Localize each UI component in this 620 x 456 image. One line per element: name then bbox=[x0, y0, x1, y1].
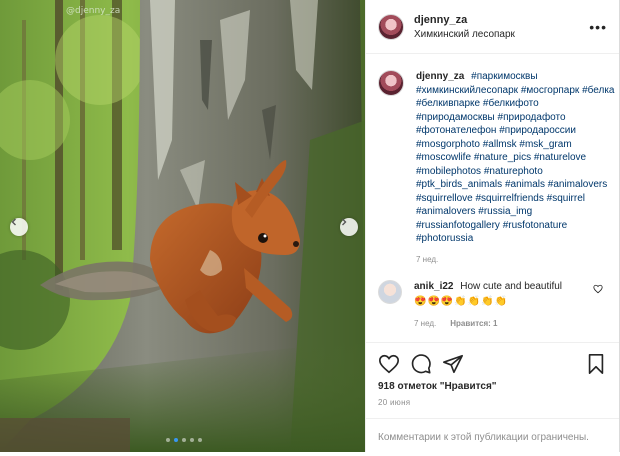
hashtag-link[interactable]: #белкивпарке bbox=[416, 98, 480, 109]
hashtag-link[interactable]: #мосгорпарк bbox=[521, 85, 579, 96]
post-header: djenny_za Химкинский лесопарк ••• bbox=[366, 0, 619, 54]
bookmark-icon[interactable] bbox=[585, 353, 607, 375]
commenter-username[interactable]: anik_i22 bbox=[414, 281, 453, 292]
hashtag-link[interactable]: #mobilephotos bbox=[416, 166, 481, 177]
share-icon[interactable] bbox=[442, 353, 464, 375]
chevron-right-icon bbox=[342, 218, 347, 226]
comments-section: djenny_za #паркимосквы #химкинскийлесопа… bbox=[366, 54, 619, 330]
comment-text: How cute and beautiful bbox=[460, 280, 562, 292]
post-footer: 918 отметок "Нравится" 20 июня Комментар… bbox=[366, 342, 619, 443]
post-location[interactable]: Химкинский лесопарк bbox=[414, 29, 589, 40]
hashtag-link[interactable]: #rusfotonature bbox=[503, 220, 568, 231]
caption-time: 7 нед. bbox=[416, 254, 439, 264]
next-slide-button[interactable] bbox=[340, 218, 358, 236]
hashtag-link[interactable]: #naturelove bbox=[534, 152, 586, 163]
heart-icon bbox=[593, 284, 603, 293]
hashtag-link[interactable]: #russianfotogallery bbox=[416, 220, 500, 231]
comment-icon[interactable] bbox=[410, 353, 432, 375]
carousel-dot bbox=[198, 438, 202, 442]
hashtag-link[interactable]: #allmsk bbox=[483, 139, 517, 150]
carousel-dot bbox=[182, 438, 186, 442]
more-options-icon[interactable]: ••• bbox=[589, 19, 607, 35]
comment-like-button[interactable] bbox=[593, 284, 603, 296]
hashtag-link[interactable]: #ptk_birds_animals bbox=[416, 179, 502, 190]
hashtag-link[interactable]: #природафото bbox=[498, 112, 566, 123]
caption-text: djenny_za #паркимосквы #химкинскийлесопа… bbox=[416, 70, 616, 246]
comments-disabled-notice: Комментарии к этой публикации ограничены… bbox=[366, 418, 619, 456]
caption-author-avatar[interactable] bbox=[378, 70, 404, 96]
carousel-indicator bbox=[166, 438, 202, 442]
hashtag-link[interactable]: #белка bbox=[582, 85, 614, 96]
hashtag-link[interactable]: #паркимосквы bbox=[471, 71, 537, 82]
caption: djenny_za #паркимосквы #химкинскийлесопа… bbox=[378, 70, 614, 264]
hashtag-link[interactable]: #белкифото bbox=[483, 98, 539, 109]
instagram-post: @djenny_za djenny_za Химкинский лесопарк… bbox=[0, 0, 620, 452]
author-username[interactable]: djenny_za bbox=[414, 14, 589, 26]
comment-likes-count[interactable]: Нравится: 1 bbox=[450, 319, 497, 328]
likes-count[interactable]: 918 отметок "Нравится" bbox=[366, 375, 619, 392]
post-photo[interactable]: @djenny_za bbox=[0, 0, 365, 452]
hashtag-link[interactable]: #squirrellove bbox=[416, 193, 473, 204]
hashtag-link[interactable]: #nature_pics bbox=[474, 152, 531, 163]
hashtag-link[interactable]: #природамосквы bbox=[416, 112, 495, 123]
hashtag-link[interactable]: #animals bbox=[505, 179, 545, 190]
photo-watermark: @djenny_za bbox=[66, 6, 121, 16]
hashtag-link[interactable]: #фотонателефон bbox=[416, 125, 496, 136]
heart-icon[interactable] bbox=[378, 353, 400, 375]
comment-item: anik_i22 How cute and beautiful 😍😍😍👏👏👏👏 … bbox=[378, 279, 607, 330]
hashtag-link[interactable]: #russia_img bbox=[478, 206, 532, 217]
hashtag-link[interactable]: #squirrelfriends bbox=[475, 193, 543, 204]
hashtag-link[interactable]: #photorussia bbox=[416, 233, 473, 244]
carousel-dot bbox=[190, 438, 194, 442]
action-bar bbox=[366, 343, 619, 375]
hashtag-link[interactable]: #animalovers bbox=[416, 206, 475, 217]
hashtag-link[interactable]: #moscowlife bbox=[416, 152, 471, 163]
post-date[interactable]: 20 июня bbox=[366, 392, 619, 407]
hashtag-link[interactable]: #химкинскийлесопарк bbox=[416, 85, 518, 96]
hashtag-link[interactable]: #squirrel bbox=[547, 193, 585, 204]
hashtag-link[interactable]: #animalovers bbox=[548, 179, 607, 190]
hashtag-link[interactable]: #naturephoto bbox=[484, 166, 543, 177]
hashtag-link[interactable]: #mosgorphoto bbox=[416, 139, 480, 150]
post-details: djenny_za Химкинский лесопарк ••• djenny… bbox=[365, 0, 619, 452]
comment-time: 7 нед. bbox=[414, 318, 437, 328]
comment-emojis: 😍😍😍👏👏👏👏 bbox=[414, 295, 509, 307]
previous-slide-button[interactable] bbox=[10, 218, 28, 236]
squirrel-photo bbox=[0, 0, 365, 452]
author-avatar[interactable] bbox=[378, 13, 404, 40]
caption-author[interactable]: djenny_za bbox=[416, 71, 464, 82]
carousel-dot bbox=[166, 438, 170, 442]
chevron-left-icon bbox=[11, 218, 16, 226]
hashtag-link[interactable]: #msk_gram bbox=[519, 139, 571, 150]
hashtag-link[interactable]: #природароссии bbox=[499, 125, 576, 136]
carousel-dot-active bbox=[174, 438, 178, 442]
commenter-avatar[interactable] bbox=[378, 279, 402, 304]
